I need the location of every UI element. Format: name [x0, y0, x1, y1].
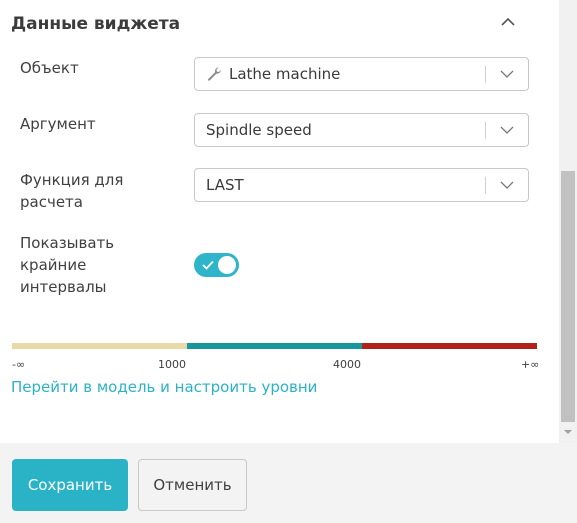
chevron-up-icon[interactable] [498, 12, 518, 32]
chevron-down-icon[interactable] [499, 123, 515, 137]
level-bar-segment-low [12, 343, 187, 349]
tick-minus-infinity: -∞ [12, 358, 26, 371]
object-value: Lathe machine [229, 65, 341, 83]
function-label-line1: Функция для [20, 171, 124, 189]
function-label: Функция для расчета [20, 169, 123, 213]
tick-1000: 1000 [158, 358, 186, 371]
save-button[interactable]: Сохранить [12, 459, 128, 511]
chevron-down-icon[interactable] [499, 67, 515, 81]
scroll-down-arrow-icon[interactable] [563, 428, 573, 436]
select-divider [485, 177, 486, 194]
show-extreme-label-line2: крайние [20, 256, 87, 274]
function-label-line2: расчета [20, 193, 83, 211]
show-extreme-label-line1: Показывать [20, 234, 115, 252]
show-extreme-label: Показывать крайние интервалы [20, 232, 114, 298]
level-bar-segment-mid [187, 343, 362, 349]
cancel-button[interactable]: Отменить [138, 459, 247, 511]
object-label: Объект [20, 59, 79, 77]
function-select[interactable]: LAST [194, 168, 529, 202]
select-divider [485, 122, 486, 139]
argument-select[interactable]: Spindle speed [194, 113, 529, 147]
argument-value: Spindle speed [206, 121, 312, 139]
show-extreme-label-line3: интервалы [20, 278, 107, 296]
wrench-icon [208, 67, 221, 81]
chevron-down-icon[interactable] [499, 178, 515, 192]
tick-plus-infinity: +∞ [521, 358, 540, 371]
object-select[interactable]: Lathe machine [194, 57, 529, 91]
show-extreme-toggle[interactable] [194, 253, 239, 277]
level-bar-segment-high [362, 343, 537, 349]
configure-levels-link[interactable]: Перейти в модель и настроить уровни [11, 378, 317, 396]
tick-4000: 4000 [333, 358, 361, 371]
scrollbar-thumb[interactable] [561, 171, 575, 422]
toggle-knob [218, 256, 236, 274]
vertical-scrollbar[interactable] [559, 0, 577, 443]
argument-label: Аргумент [20, 115, 96, 133]
footer: Сохранить Отменить [0, 443, 577, 523]
section-title: Данные виджета [11, 14, 181, 34]
widget-data-panel: Данные виджета Объект Lathe machine Аргу… [0, 0, 559, 443]
check-icon [202, 260, 214, 270]
function-value: LAST [206, 176, 244, 194]
select-divider [485, 66, 486, 83]
